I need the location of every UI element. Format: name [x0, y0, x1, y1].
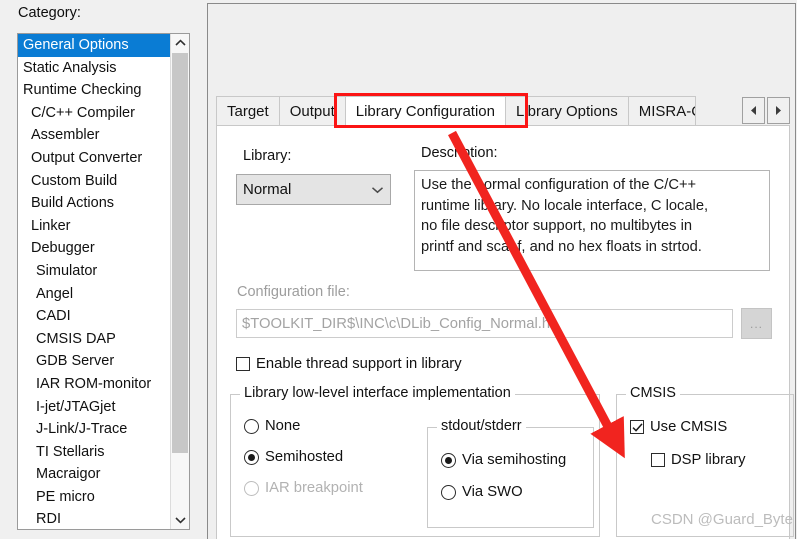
dialog-root: Category: General Options Static Analysis…	[0, 0, 797, 539]
radio-disabled-icon	[244, 480, 259, 496]
radio-selected-icon	[244, 449, 259, 465]
lowlevel-interface-group: Library low-level interface implementati…	[230, 385, 600, 537]
tab-target[interactable]: Target	[216, 96, 280, 126]
radio-iar-breakpoint: IAR breakpoint	[244, 480, 363, 496]
lowlevel-interface-group-title: Library low-level interface implementati…	[240, 385, 515, 401]
chevron-up-icon[interactable]	[171, 34, 189, 52]
dsp-library-checkbox[interactable]: DSP library	[651, 452, 746, 468]
radio-icon	[244, 418, 259, 434]
radio-semihosted[interactable]: Semihosted	[244, 449, 343, 465]
watermark-text: CSDN @Guard_Byte	[651, 511, 793, 528]
chevron-down-icon	[371, 181, 384, 198]
configuration-file-input[interactable]: $TOOLKIT_DIR$\INC\c\DLib_Config_Normal.h	[236, 309, 733, 338]
sidebar-item-cmsis-dap[interactable]: CMSIS DAP	[18, 328, 170, 351]
enable-thread-support-label: Enable thread support in library	[256, 356, 462, 372]
sidebar-item-debugger[interactable]: Debugger	[18, 237, 170, 260]
sidebar-item-angel[interactable]: Angel	[18, 283, 170, 306]
description-line: printf and scanf, and no hex floats in s…	[421, 238, 702, 255]
dsp-library-label: DSP library	[671, 452, 746, 468]
sidebar-item-ti-stellaris[interactable]: TI Stellaris	[18, 441, 170, 464]
tab-strip: Target Output Library Configuration Library…	[216, 93, 790, 128]
radio-iar-breakpoint-label: IAR breakpoint	[265, 480, 363, 496]
tab-output[interactable]: Output	[278, 96, 346, 126]
tab-list[interactable]: Target Output Library Configuration Library…	[216, 96, 696, 126]
sidebar-item-general-options[interactable]: General Options	[18, 34, 170, 57]
enable-thread-support-checkbox[interactable]: Enable thread support in library	[236, 356, 462, 372]
radio-selected-icon	[441, 452, 456, 468]
radio-semihosted-label: Semihosted	[265, 449, 344, 465]
description-text: Use the normal configuration of the C/C+…	[414, 170, 770, 271]
radio-none[interactable]: None	[244, 418, 300, 434]
radio-via-swo[interactable]: Via SWO	[441, 484, 523, 500]
tab-library-options[interactable]: Library Options	[504, 96, 629, 126]
sidebar-item-simulator[interactable]: Simulator	[18, 260, 170, 283]
browse-button[interactable]: ...	[741, 308, 772, 339]
checkbox-icon	[651, 453, 665, 467]
category-scrollbar[interactable]	[170, 34, 189, 529]
sidebar-item-j-link-j-trace[interactable]: J-Link/J-Trace	[18, 418, 170, 441]
sidebar-item-iar-rom-monitor[interactable]: IAR ROM-monitor	[18, 373, 170, 396]
description-line: no file descriptor support, no multibyte…	[421, 218, 693, 234]
radio-via-semihosting[interactable]: Via semihosting	[441, 452, 566, 468]
category-list-box[interactable]: General Options Static Analysis Runtime Ch…	[17, 33, 190, 530]
sidebar-item-static-analysis[interactable]: Static Analysis	[18, 57, 170, 80]
library-select[interactable]: Normal	[236, 174, 391, 205]
category-scroll-thumb[interactable]	[172, 53, 188, 453]
checkbox-icon	[236, 357, 250, 371]
tab-scroll-buttons[interactable]	[740, 97, 790, 124]
sidebar-item-pe-micro[interactable]: PE micro	[18, 486, 170, 509]
sidebar-item-i-jet-jtagjet[interactable]: I-jet/JTAGjet	[18, 396, 170, 419]
checkbox-checked-icon	[630, 420, 644, 434]
chevron-down-icon[interactable]	[171, 511, 189, 529]
sidebar-item-gdb-server[interactable]: GDB Server	[18, 350, 170, 373]
triangle-left-icon[interactable]	[742, 97, 765, 124]
sidebar-item-rdi[interactable]: RDI	[18, 508, 170, 529]
library-configuration-page: Library: Normal Description: Use the nor…	[216, 125, 794, 539]
stdout-stderr-group: stdout/stderr Via semihosting Via SWO	[427, 418, 594, 528]
sidebar-item-cadi[interactable]: CADI	[18, 305, 170, 328]
tab-misra-c-2[interactable]: MISRA-C:2	[627, 96, 696, 126]
browse-button-label: ...	[749, 316, 763, 331]
sidebar-item-assembler[interactable]: Assembler	[18, 124, 170, 147]
options-panel: Target Output Library Configuration Library…	[207, 3, 796, 539]
use-cmsis-checkbox[interactable]: Use CMSIS	[630, 419, 727, 435]
description-line: Use the normal configuration of the C/C+…	[421, 177, 697, 193]
configuration-file-value: $TOOLKIT_DIR$\INC\c\DLib_Config_Normal.h	[242, 315, 551, 332]
sidebar-item-linker[interactable]: Linker	[18, 215, 170, 238]
configuration-file-label: Configuration file:	[237, 284, 350, 300]
sidebar-item-build-actions[interactable]: Build Actions	[18, 192, 170, 215]
description-label: Description:	[421, 145, 498, 161]
radio-none-label: None	[265, 418, 301, 434]
sidebar-item-macraigor[interactable]: Macraigor	[18, 463, 170, 486]
description-line: runtime library. No locale interface, C …	[421, 197, 709, 214]
library-label: Library:	[243, 148, 292, 164]
sidebar-item-c-c-compiler[interactable]: C/C++ Compiler	[18, 102, 170, 125]
stdout-stderr-group-title: stdout/stderr	[437, 418, 526, 434]
sidebar-item-output-converter[interactable]: Output Converter	[18, 147, 170, 170]
radio-via-swo-label: Via SWO	[462, 484, 523, 500]
library-select-value: Normal	[243, 181, 292, 198]
radio-icon	[441, 484, 456, 500]
sidebar-item-runtime-checking[interactable]: Runtime Checking	[18, 79, 170, 102]
triangle-right-icon[interactable]	[767, 97, 790, 124]
sidebar-item-custom-build[interactable]: Custom Build	[18, 170, 170, 193]
tab-library-configuration[interactable]: Library Configuration	[344, 96, 506, 126]
cmsis-group-title: CMSIS	[626, 385, 680, 401]
radio-via-semihosting-label: Via semihosting	[462, 452, 567, 468]
category-label: Category:	[18, 5, 81, 21]
category-list[interactable]: General Options Static Analysis Runtime Ch…	[18, 34, 170, 529]
use-cmsis-label: Use CMSIS	[650, 419, 728, 435]
